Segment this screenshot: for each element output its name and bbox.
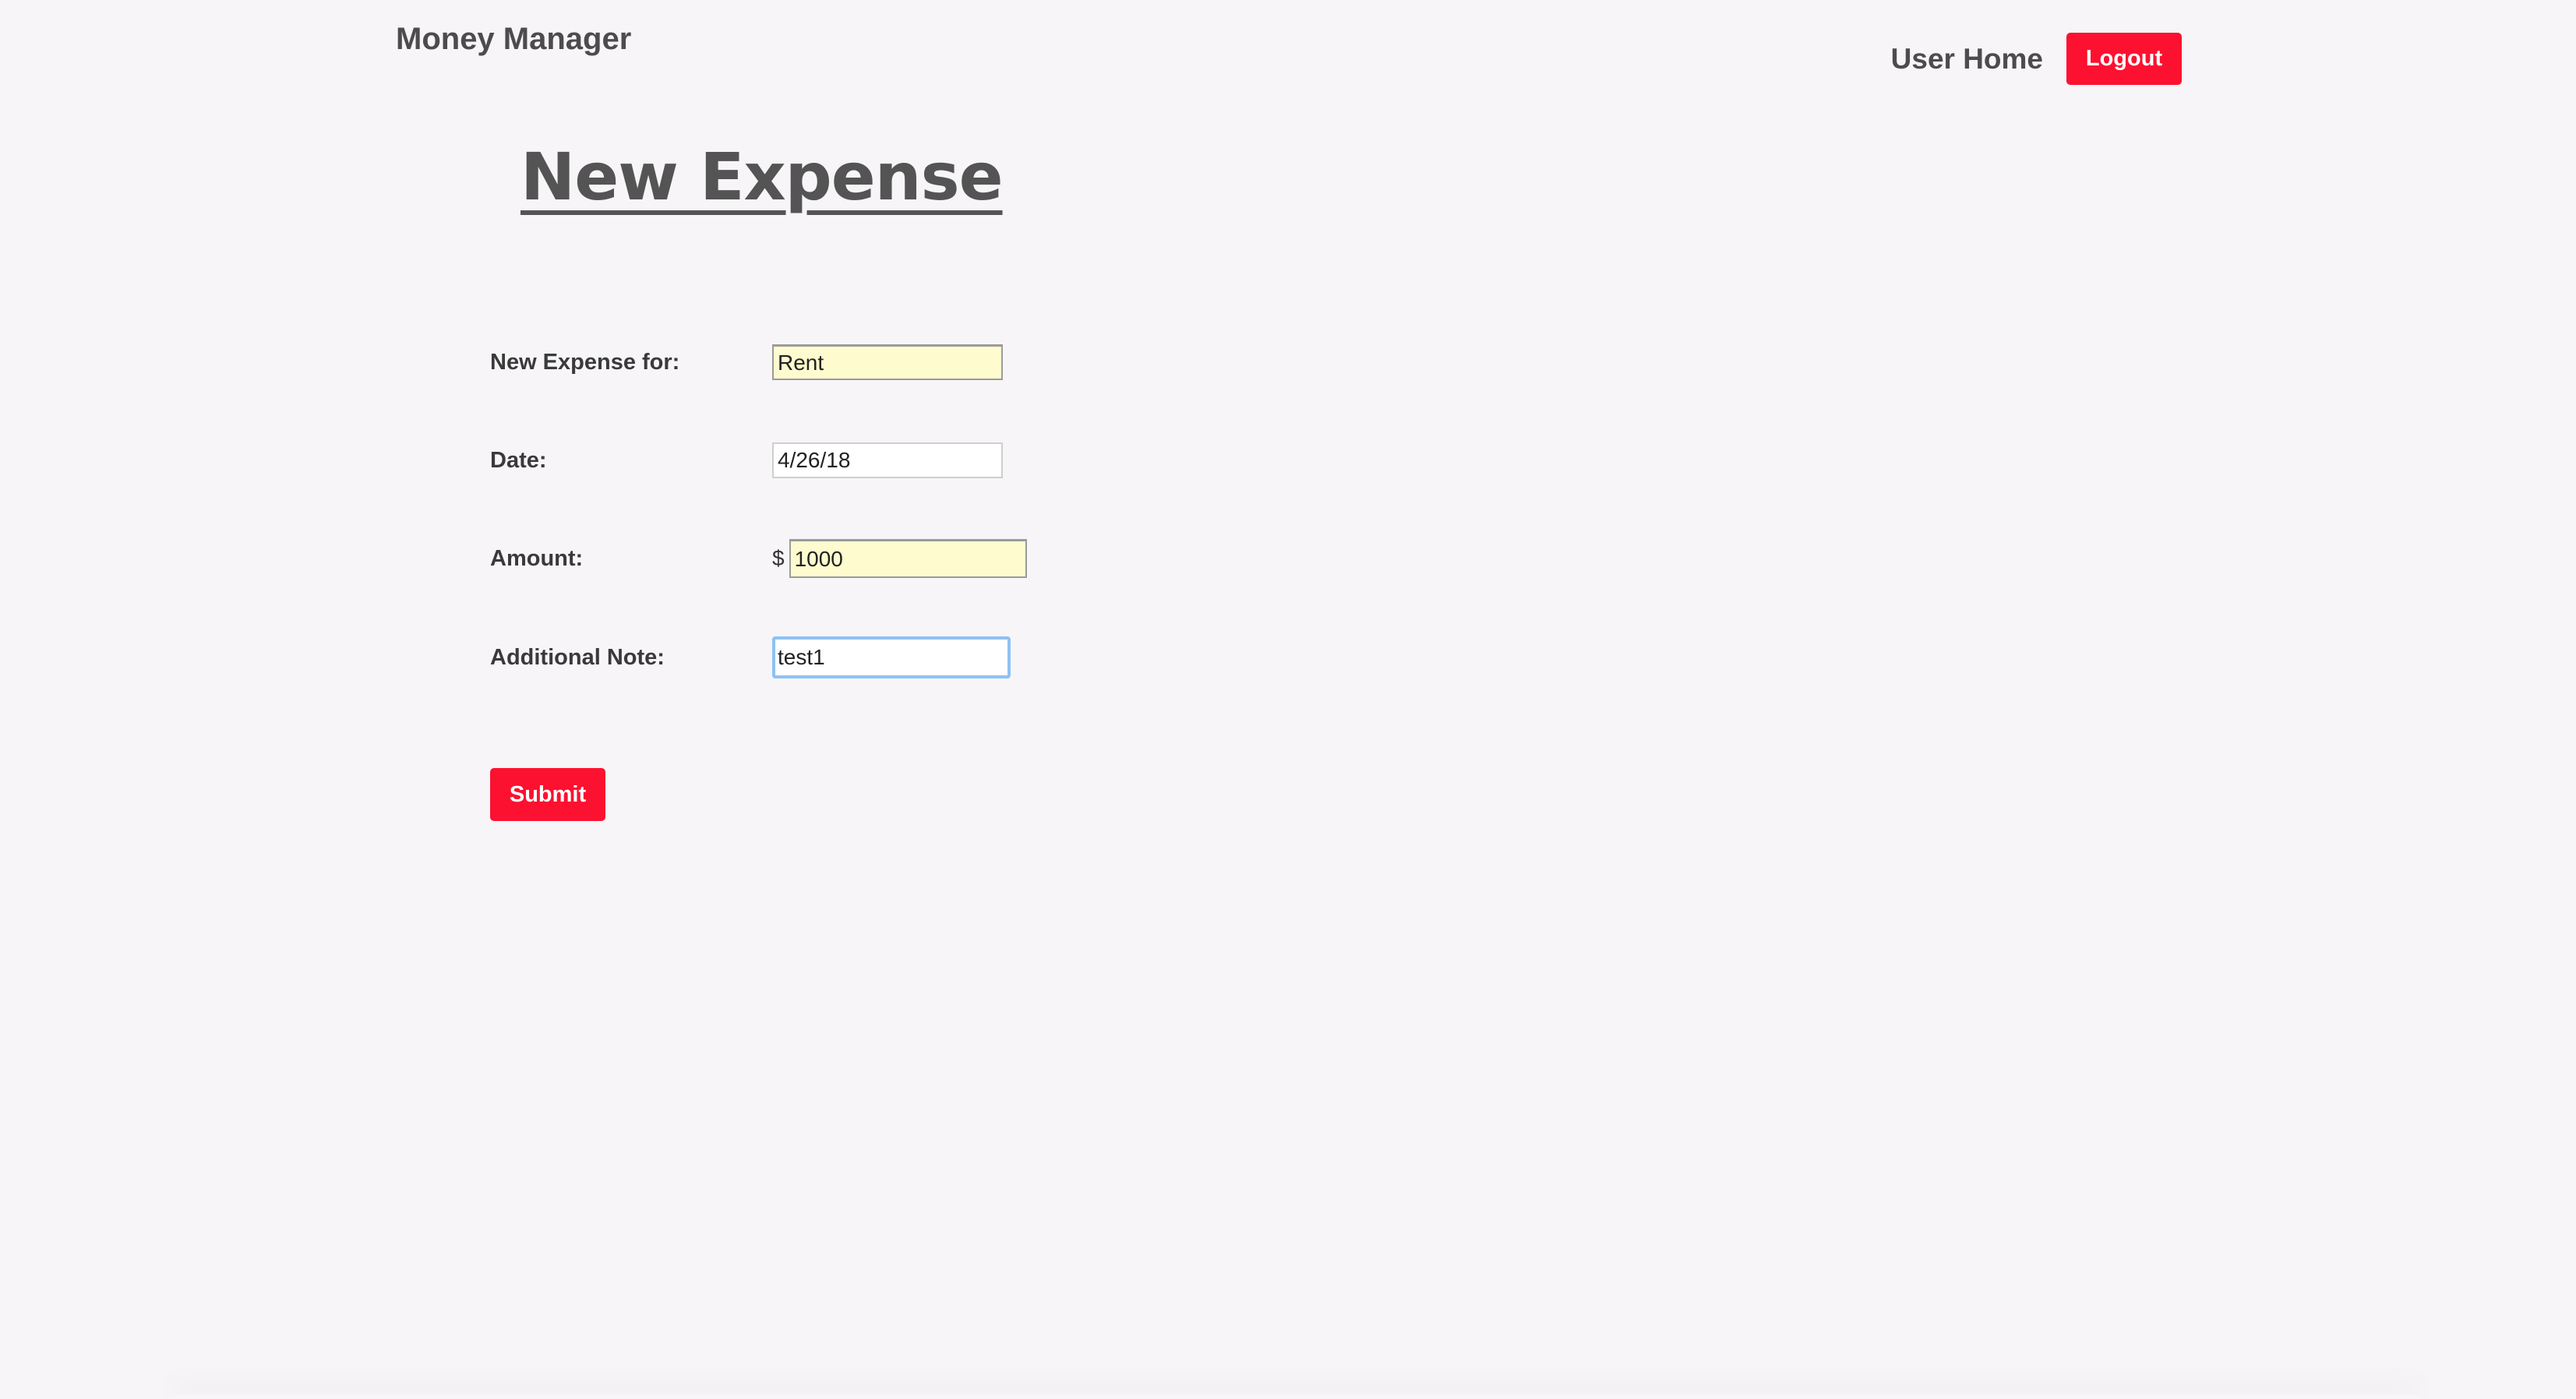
page-title: New Expense <box>520 139 1004 215</box>
expense-for-row: New Expense for: <box>490 344 1003 380</box>
note-input[interactable] <box>772 636 1011 678</box>
date-row: Date: <box>490 442 1003 478</box>
date-label: Date: <box>490 447 547 473</box>
logout-button[interactable]: Logout <box>2066 33 2182 85</box>
note-row: Additional Note: <box>490 636 1011 678</box>
top-nav: User Home Logout <box>1891 33 2182 85</box>
expense-for-label: New Expense for: <box>490 349 680 375</box>
brand-title[interactable]: Money Manager <box>396 22 631 57</box>
currency-symbol: $ <box>772 546 785 570</box>
user-home-link[interactable]: User Home <box>1891 43 2043 76</box>
amount-input[interactable] <box>789 539 1027 578</box>
note-label: Additional Note: <box>490 644 665 670</box>
expense-for-input[interactable] <box>772 344 1003 380</box>
amount-label: Amount: <box>490 545 584 571</box>
submit-button[interactable]: Submit <box>490 768 605 821</box>
amount-row: Amount: $ <box>490 539 1027 578</box>
date-input[interactable] <box>772 442 1003 478</box>
bottom-shadow <box>171 1394 2420 1399</box>
